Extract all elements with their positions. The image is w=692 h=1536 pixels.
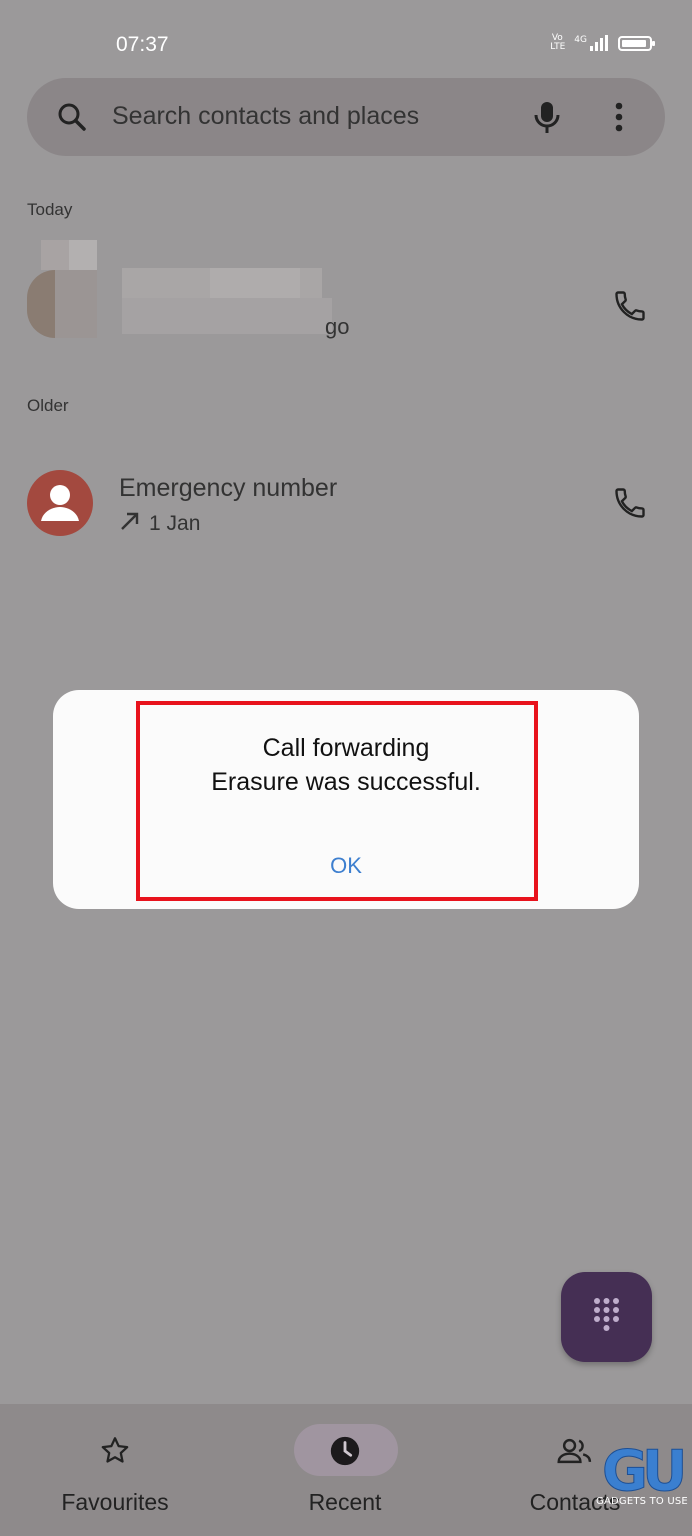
phone-icon[interactable] <box>612 485 648 525</box>
contact-name: Emergency number <box>119 474 338 502</box>
status-icons: Vo LTE 4G <box>550 33 655 52</box>
svg-text:U: U <box>642 1440 687 1496</box>
nav-recent-label: Recent <box>308 1489 382 1515</box>
star-icon <box>98 1434 132 1472</box>
status-time: 07:37 <box>116 33 169 56</box>
person-icon <box>41 485 79 521</box>
call-meta: 1 Jan <box>119 510 200 538</box>
avatar <box>27 240 97 338</box>
watermark-text: GADGETS TO USE <box>596 1496 688 1507</box>
section-today-label: Today <box>27 200 73 219</box>
bottom-navigation: Favourites Recent Contacts <box>0 1404 692 1536</box>
mic-icon[interactable] <box>533 100 561 138</box>
avatar <box>27 470 93 536</box>
nav-favourites[interactable]: Favourites <box>0 1404 230 1536</box>
signal-icon: 4G <box>574 35 608 51</box>
call-meta-suffix: go <box>325 314 350 339</box>
clock-icon <box>328 1434 362 1472</box>
people-icon <box>556 1434 594 1472</box>
more-options-icon[interactable] <box>615 102 623 136</box>
nav-favourites-label: Favourites <box>61 1489 169 1515</box>
nav-recent[interactable]: Recent <box>230 1404 460 1536</box>
battery-icon <box>618 35 655 51</box>
search-bar[interactable]: Search contacts and places <box>27 78 665 156</box>
phone-icon[interactable] <box>612 288 648 328</box>
call-date: 1 Jan <box>149 512 201 535</box>
status-bar: 07:37 Vo LTE 4G <box>0 0 692 90</box>
volte-icon: Vo LTE <box>550 33 566 52</box>
dialpad-icon <box>594 1298 619 1331</box>
section-older-label: Older <box>27 396 69 415</box>
highlight-annotation <box>136 701 538 901</box>
search-icon[interactable] <box>57 102 87 136</box>
search-input[interactable]: Search contacts and places <box>112 102 419 131</box>
outgoing-call-icon <box>119 510 141 538</box>
dialpad-button[interactable] <box>561 1272 652 1362</box>
network-type-label: 4G <box>574 35 587 45</box>
